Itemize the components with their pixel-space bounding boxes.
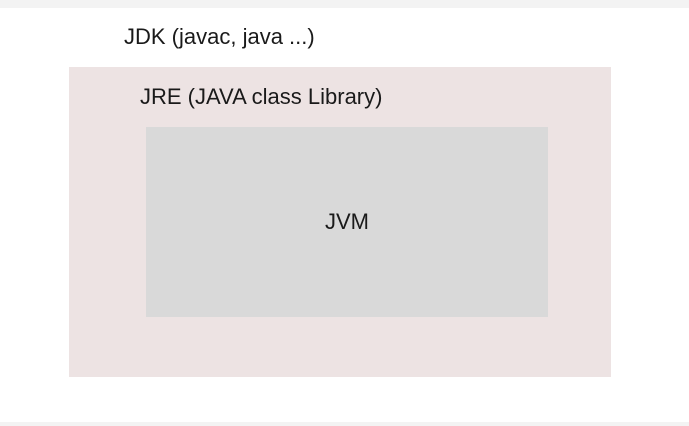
jdk-label: JDK (javac, java ...) xyxy=(124,24,315,49)
diagram-canvas: JDK (javac, java ...) JRE (JAVA class Li… xyxy=(0,8,689,422)
jvm-box: JVM xyxy=(146,127,548,317)
jvm-label: JVM xyxy=(325,209,369,234)
jre-label: JRE (JAVA class Library) xyxy=(140,84,383,109)
